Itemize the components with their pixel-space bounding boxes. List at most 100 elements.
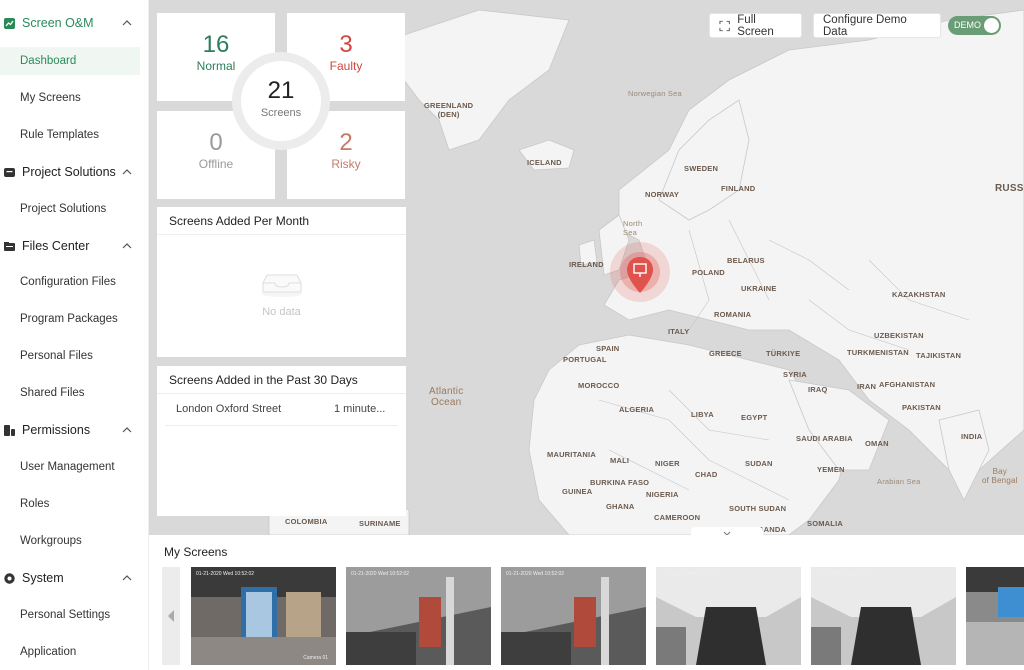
map-label-egypt: EGYPT <box>741 413 768 422</box>
map-label-niger: NIGER <box>655 459 680 468</box>
thumbnail-image <box>346 567 491 665</box>
screen-thumbnail[interactable]: 01-21-2020 Wed 10:52:02 <box>811 567 956 665</box>
divider <box>165 425 398 426</box>
map-label-algeria: ALGERIA <box>619 405 655 414</box>
map-label-morocco: MOROCCO <box>578 381 620 390</box>
stat-risky-label: Risky <box>331 157 361 171</box>
thumbnail-image <box>501 567 646 665</box>
sidebar-item-personal-settings[interactable]: Personal Settings <box>0 601 140 629</box>
sidebar-item-label: Workgroups <box>20 535 82 547</box>
sidebar-section-system[interactable]: System <box>0 563 149 593</box>
thumbnail-image <box>656 567 801 665</box>
map-label-guinea: GUINEA <box>562 487 593 496</box>
map-label-norway: NORWAY <box>645 190 680 199</box>
sidebar-section-permissions[interactable]: Permissions <box>0 415 149 445</box>
map-label-italy: ITALY <box>668 327 690 336</box>
map-label-chad: CHAD <box>695 470 718 479</box>
map-label-kazakhstan: KAZAKHSTAN <box>892 290 946 299</box>
map-label-iraq: IRAQ <box>808 385 828 394</box>
map-label-finland: FINLAND <box>721 184 756 193</box>
stat-faulty-value: 3 <box>339 31 353 58</box>
map-label-atlantic-ocean: Atlantic Ocean <box>429 386 464 408</box>
chevron-up-icon <box>122 169 132 175</box>
map-label-greece: GREECE <box>709 349 742 358</box>
sidebar-item-label: Roles <box>20 498 50 510</box>
recent-screen-name[interactable]: London Oxford Street <box>176 403 281 415</box>
chevron-up-icon <box>122 575 132 581</box>
sidebar-item-program-packages[interactable]: Program Packages <box>0 305 140 333</box>
location-pin-icon[interactable] <box>625 255 655 295</box>
gear-icon <box>4 572 15 584</box>
map-label-india: INDIA <box>961 432 983 441</box>
empty-inbox-icon <box>262 274 302 297</box>
screen-thumbnail[interactable]: 01-21-2020 Wed 10:52:02 <box>346 567 491 665</box>
sidebar-item-dashboard[interactable]: Dashboard <box>0 47 140 75</box>
screen-thumbnail[interactable]: 01-21-2020 Wed 10:52:02 Camera 01 <box>191 567 336 665</box>
no-data-text: No data <box>262 306 301 318</box>
chevron-left-icon <box>168 610 174 622</box>
divider <box>157 393 406 394</box>
project-icon <box>4 167 15 177</box>
map-label-bay-of-bengal: Bay of Bengal <box>982 467 1018 485</box>
thumbnail-image <box>811 567 956 665</box>
sidebar-section-project-solutions[interactable]: Project Solutions <box>0 157 149 187</box>
my-screens-title: My Screens <box>164 545 228 559</box>
sidebar-item-personal-files[interactable]: Personal Files <box>0 342 140 370</box>
map-label-afghanistan: AFGHANISTAN <box>879 380 936 389</box>
recent-screen-time: 1 minute... <box>334 403 386 415</box>
chart-icon <box>4 17 15 29</box>
sidebar-item-workgroups[interactable]: Workgroups <box>0 527 140 555</box>
sidebar-item-label: User Management <box>20 461 115 473</box>
map-label-somalia: SOMALIA <box>807 519 843 528</box>
map-label-burkina-faso: BURKINA FASO <box>590 478 650 487</box>
map-label-iran: IRAN <box>857 382 877 391</box>
sidebar-item-label: Configuration Files <box>20 276 116 288</box>
files-icon <box>4 241 15 251</box>
sidebar-item-roles[interactable]: Roles <box>0 490 140 518</box>
sidebar-item-my-screens[interactable]: My Screens <box>0 84 140 112</box>
sidebar-item-user-management[interactable]: User Management <box>0 453 140 481</box>
map-label-turkiye: TÜRKIYE <box>766 349 801 358</box>
sidebar-item-project-solutions[interactable]: Project Solutions <box>0 195 140 223</box>
sidebar-item-label: Application <box>20 646 77 658</box>
map-label-yemen: YEMEN <box>817 465 845 474</box>
sidebar-item-shared-files[interactable]: Shared Files <box>0 379 140 407</box>
sidebar-section-screen-om[interactable]: Screen O&M <box>0 8 149 38</box>
map-label-romania: ROMANIA <box>714 310 752 319</box>
full-screen-button[interactable]: Full Screen <box>709 13 802 38</box>
full-screen-label: Full Screen <box>737 13 774 38</box>
total-screens-ring: 21 Screens <box>232 52 330 150</box>
sidebar-section-files-center[interactable]: Files Center <box>0 231 149 261</box>
screen-thumbnail[interactable]: 01-21-2020 Wed 10:52:02 <box>501 567 646 665</box>
map-label-north-sea: North Sea <box>623 219 643 237</box>
configure-demo-data-label: Configure Demo Data <box>823 13 907 38</box>
map-label-spain: SPAIN <box>596 344 620 353</box>
screen-thumbnail[interactable] <box>966 567 1024 665</box>
sidebar-item-label: Rule Templates <box>20 129 100 141</box>
prev-button[interactable] <box>162 567 180 665</box>
divider <box>157 234 406 235</box>
map-label-south-sudan: SOUTH SUDAN <box>729 504 787 513</box>
demo-toggle[interactable]: DEMO <box>948 16 1001 35</box>
sidebar-item-label: Dashboard <box>20 55 77 67</box>
section-label: Screen O&M <box>22 16 94 30</box>
map-label-sweden: SWEDEN <box>684 164 719 173</box>
section-label: Files Center <box>22 239 90 253</box>
map-label-cameroon: CAMEROON <box>654 513 701 522</box>
map-label-russia: RUSS <box>995 183 1024 194</box>
screens-added-per-month-panel: Screens Added Per Month No data <box>157 207 406 357</box>
total-screens-label: Screens <box>260 107 302 119</box>
sidebar-item-configuration-files[interactable]: Configuration Files <box>0 268 140 296</box>
collapse-tab[interactable] <box>691 527 763 535</box>
screen-thumbnail[interactable]: 01-21-2020 Wed 10:52:02 <box>656 567 801 665</box>
sidebar-item-label: Program Packages <box>20 313 118 325</box>
map-label-ireland: IRELAND <box>569 260 604 269</box>
configure-demo-data-button[interactable]: Configure Demo Data <box>813 13 941 38</box>
thumbnail-timestamp: 01-21-2020 Wed 10:52:02 <box>816 571 875 577</box>
expand-icon <box>719 20 730 31</box>
sidebar-item-rule-templates[interactable]: Rule Templates <box>0 121 140 149</box>
chevron-up-icon <box>122 427 132 433</box>
map-label-pakistan: PAKISTAN <box>902 403 941 412</box>
sidebar-item-application[interactable]: Application <box>0 638 140 666</box>
my-screens-strip: My Screens 01-21-2020 Wed 10:52:02 Camer… <box>149 535 1024 670</box>
